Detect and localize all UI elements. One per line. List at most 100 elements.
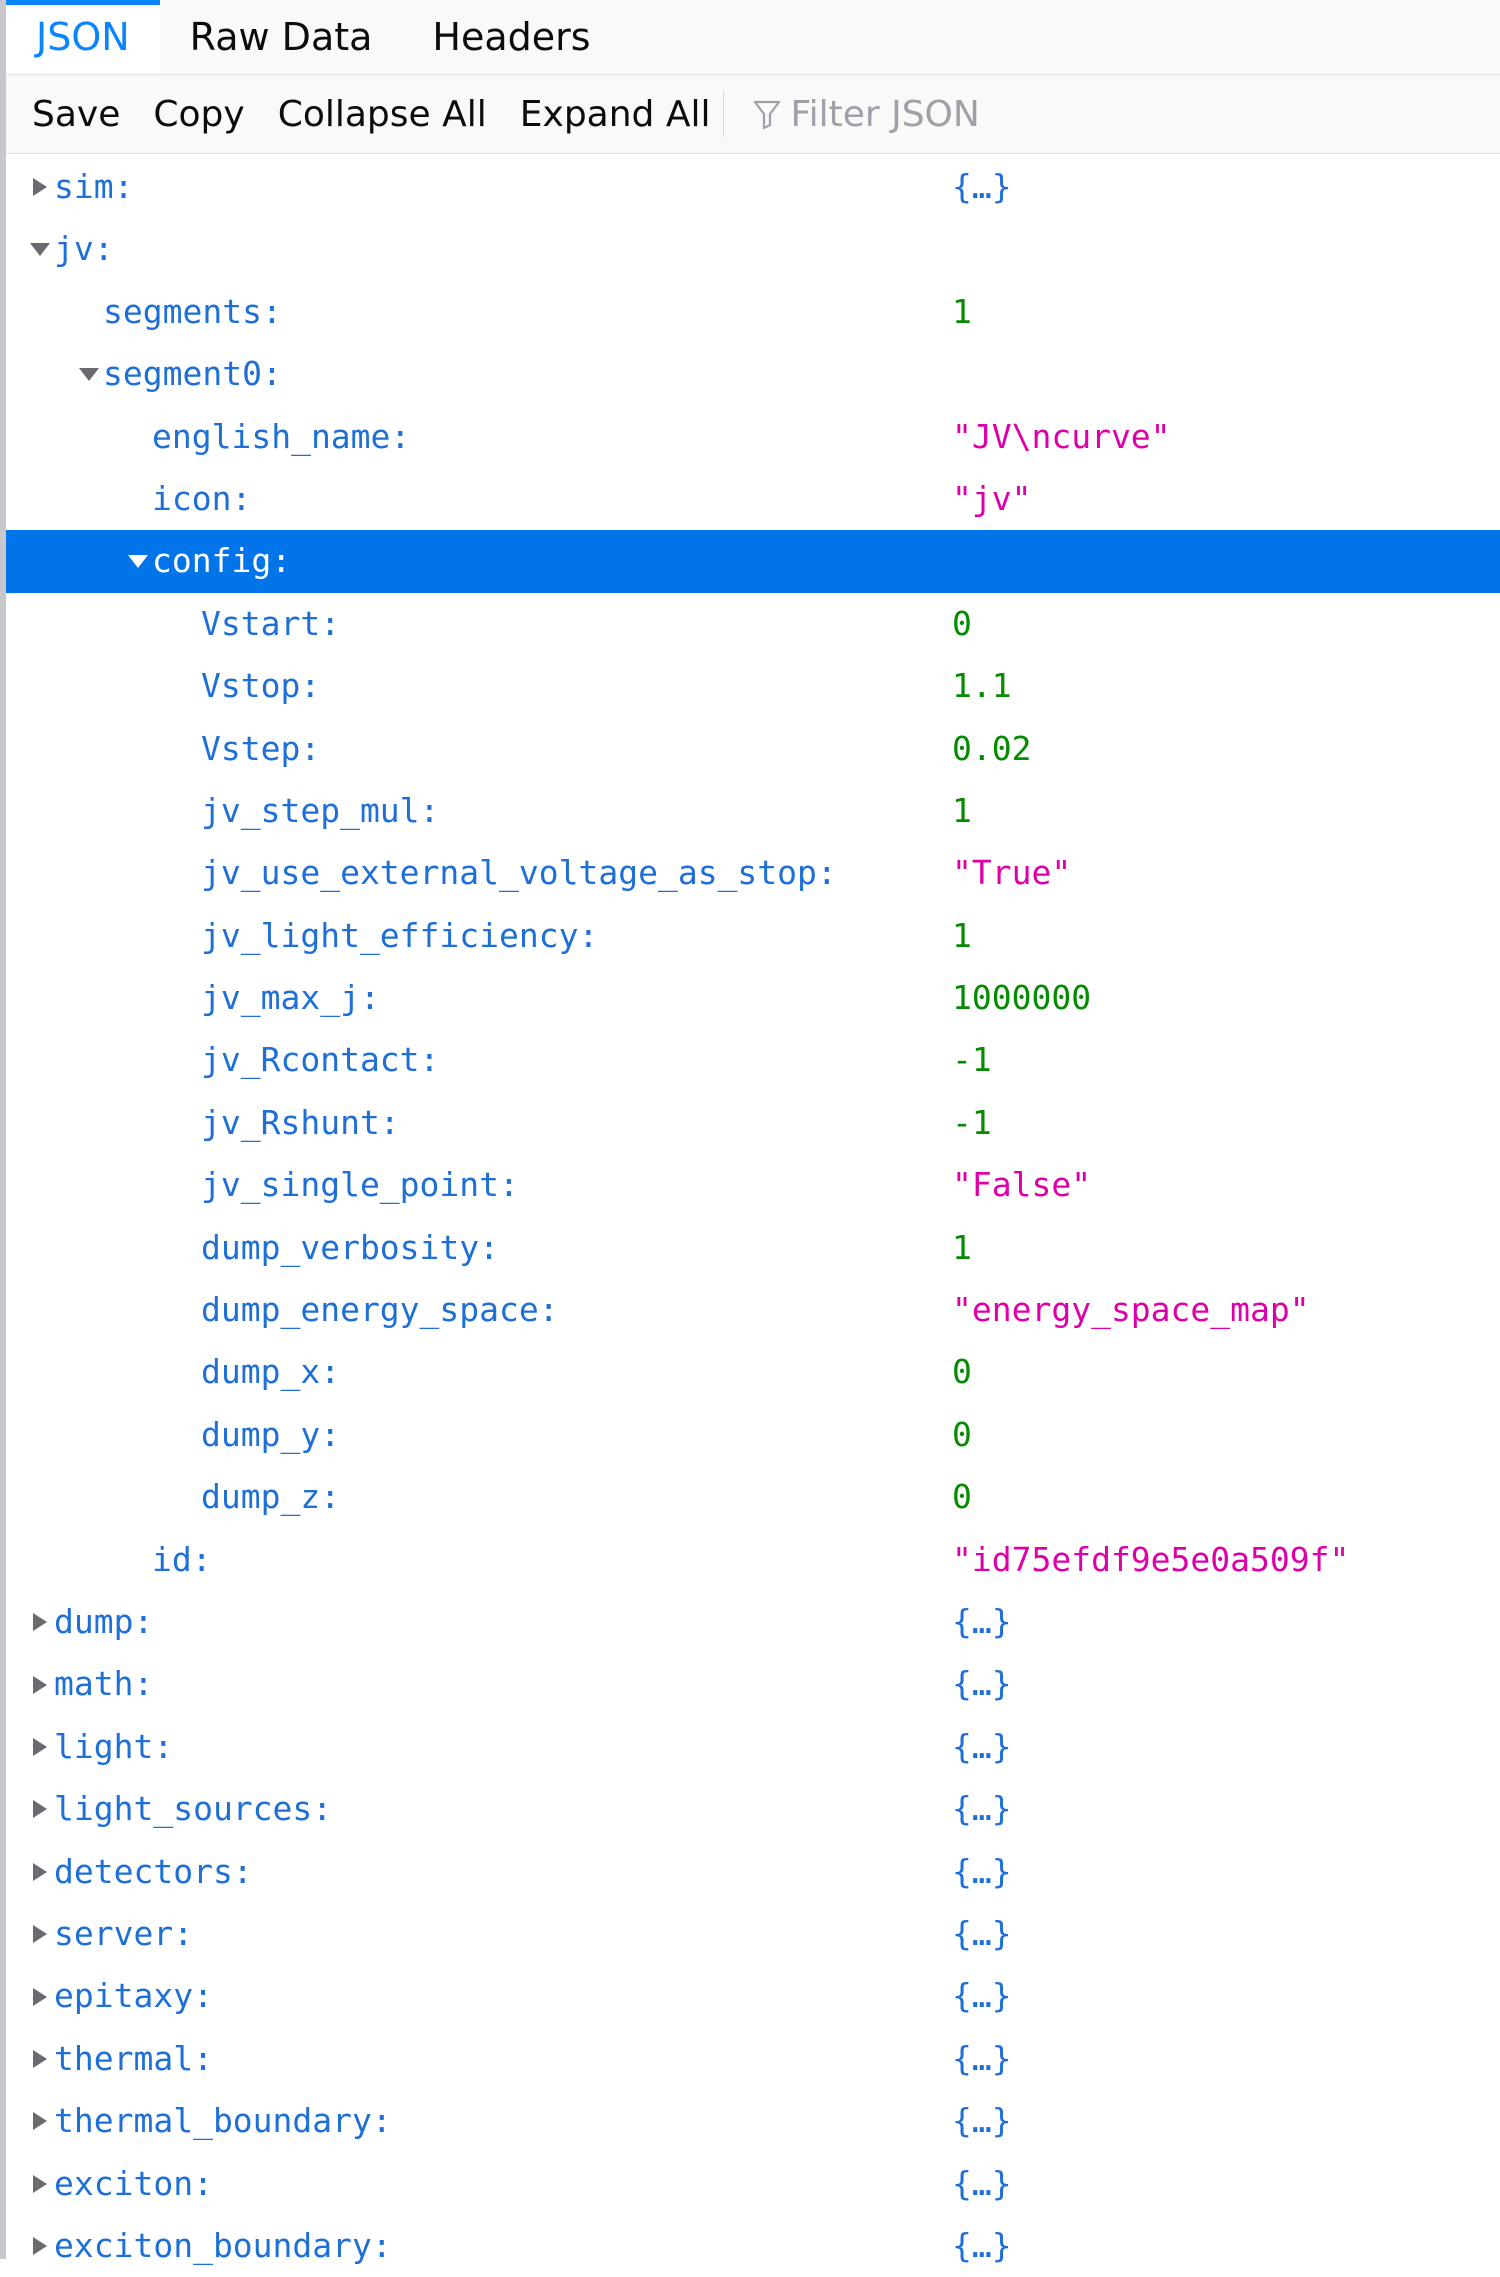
tree-key: server:	[54, 1913, 194, 1953]
tree-key: Vstop:	[201, 666, 321, 706]
copy-button[interactable]: Copy	[153, 94, 244, 135]
collapsed-object-value: {…}	[952, 1601, 1012, 1641]
tab-headers[interactable]: Headers	[402, 0, 620, 74]
tree-key: segment0:	[103, 354, 282, 394]
tree-key: Vstart:	[201, 603, 341, 643]
tree-row[interactable]: jv_use_external_voltage_as_stop: "True"	[6, 842, 1500, 904]
tree-row[interactable]: jv:	[6, 218, 1500, 280]
collapsed-object-value: {…}	[952, 1851, 1012, 1891]
tree-row[interactable]: Vstep: 0.02	[6, 718, 1500, 780]
tree-key: english_name:	[152, 416, 411, 456]
collapse-arrow-icon[interactable]	[126, 530, 150, 592]
tree-row[interactable]: thermal: {…}	[6, 2028, 1500, 2090]
json-tree: sim: {…} jv: segments: 1 segment0: english_nam…	[6, 156, 1500, 2277]
tree-row[interactable]: dump_energy_space: "energy_space_map"	[6, 1279, 1500, 1341]
tree-row[interactable]: dump_verbosity: 1	[6, 1217, 1500, 1279]
tree-row[interactable]: math: {…}	[6, 1653, 1500, 1715]
tree-value: "True"	[952, 853, 1072, 893]
tree-value: "JV\ncurve"	[952, 416, 1171, 456]
tree-value: 1.1	[952, 666, 1012, 706]
tree-row[interactable]: segments: 1	[6, 281, 1500, 343]
tree-row[interactable]: dump: {…}	[6, 1591, 1500, 1653]
tree-row[interactable]: jv_Rcontact: -1	[6, 1029, 1500, 1091]
tree-row[interactable]: jv_Rshunt: -1	[6, 1092, 1500, 1154]
tree-key: dump_y:	[201, 1414, 341, 1454]
tree-value: 0	[952, 1477, 972, 1517]
tree-row[interactable]: exciton: {…}	[6, 2153, 1500, 2215]
tree-value: 0	[952, 1352, 972, 1392]
tree-key: math:	[54, 1664, 154, 1704]
funnel-icon	[754, 100, 781, 130]
tree-row[interactable]: Vstart: 0	[6, 593, 1500, 655]
expand-arrow-icon[interactable]	[28, 2215, 52, 2277]
tree-row[interactable]: id: "id75efdf9e5e0a509f"	[6, 1529, 1500, 1591]
expand-all-button[interactable]: Expand All	[520, 94, 711, 135]
tree-row[interactable]: icon: "jv"	[6, 468, 1500, 530]
tree-row[interactable]: jv_max_j: 1000000	[6, 967, 1500, 1029]
expand-arrow-icon[interactable]	[28, 1965, 52, 2027]
tree-row[interactable]: detectors: {…}	[6, 1841, 1500, 1903]
expand-arrow-icon[interactable]	[28, 1841, 52, 1903]
tree-value: 1000000	[952, 978, 1092, 1018]
tree-row[interactable]: dump_y: 0	[6, 1404, 1500, 1466]
tree-key: jv_single_point:	[201, 1165, 519, 1205]
collapsed-object-value: {…}	[952, 2225, 1012, 2265]
collapse-arrow-icon[interactable]	[77, 343, 101, 405]
tree-row[interactable]: light_sources: {…}	[6, 1778, 1500, 1840]
tree-row[interactable]: config:	[6, 530, 1500, 593]
tree-row[interactable]: thermal_boundary: {…}	[6, 2090, 1500, 2152]
tree-key: dump_z:	[201, 1477, 341, 1517]
tree-key: detectors:	[54, 1851, 253, 1891]
collapse-arrow-icon[interactable]	[28, 218, 52, 280]
tree-row[interactable]: segment0:	[6, 343, 1500, 405]
tree-key: light_sources:	[54, 1789, 333, 1829]
expand-arrow-icon[interactable]	[28, 1778, 52, 1840]
collapsed-object-value: {…}	[952, 1664, 1012, 1704]
tree-row[interactable]: light: {…}	[6, 1716, 1500, 1778]
filter-placeholder: Filter JSON	[790, 93, 980, 135]
collapse-all-button[interactable]: Collapse All	[278, 94, 487, 135]
tree-value: -1	[952, 1102, 992, 1142]
tab-bar: JSON Raw Data Headers	[6, 0, 1500, 75]
collapsed-object-value: {…}	[952, 2038, 1012, 2078]
tree-key: exciton:	[54, 2163, 213, 2203]
tree-value: 0	[952, 1414, 972, 1454]
tree-row[interactable]: jv_single_point: "False"	[6, 1154, 1500, 1216]
tree-key: id:	[152, 1539, 212, 1579]
tree-value: 0.02	[952, 728, 1032, 768]
tree-key: dump:	[54, 1601, 154, 1641]
filter-json-input[interactable]: Filter JSON	[752, 93, 980, 135]
tree-row[interactable]: dump_x: 0	[6, 1341, 1500, 1403]
tree-row[interactable]: sim: {…}	[6, 156, 1500, 218]
expand-arrow-icon[interactable]	[28, 2153, 52, 2215]
tab-raw-data[interactable]: Raw Data	[160, 0, 403, 74]
expand-arrow-icon[interactable]	[28, 156, 52, 218]
tree-row[interactable]: jv_light_efficiency: 1	[6, 905, 1500, 967]
tree-key: epitaxy:	[54, 1976, 213, 2016]
tree-key: thermal:	[54, 2038, 213, 2078]
tree-key: light:	[54, 1726, 174, 1766]
expand-arrow-icon[interactable]	[28, 2090, 52, 2152]
tree-row[interactable]: epitaxy: {…}	[6, 1965, 1500, 2027]
collapsed-object-value: {…}	[952, 2163, 1012, 2203]
tab-json[interactable]: JSON	[6, 0, 160, 74]
expand-arrow-icon[interactable]	[28, 1653, 52, 1715]
tree-value: 1	[952, 915, 972, 955]
tree-row[interactable]: english_name: "JV\ncurve"	[6, 406, 1500, 468]
expand-arrow-icon[interactable]	[28, 1716, 52, 1778]
expand-arrow-icon[interactable]	[28, 1903, 52, 1965]
tree-row[interactable]: exciton_boundary: {…}	[6, 2215, 1500, 2277]
toolbar: Save Copy Collapse All Expand All Filter…	[6, 75, 1500, 154]
expand-arrow-icon[interactable]	[28, 2028, 52, 2090]
tree-row[interactable]: Vstop: 1.1	[6, 655, 1500, 717]
tree-row[interactable]: server: {…}	[6, 1903, 1500, 1965]
tree-value: "id75efdf9e5e0a509f"	[952, 1539, 1350, 1579]
tree-row[interactable]: dump_z: 0	[6, 1466, 1500, 1528]
tree-row[interactable]: jv_step_mul: 1	[6, 780, 1500, 842]
save-button[interactable]: Save	[32, 94, 120, 135]
tree-value: "jv"	[952, 478, 1032, 518]
tree-key: exciton_boundary:	[54, 2225, 392, 2265]
tree-value: "energy_space_map"	[952, 1290, 1310, 1330]
tree-value: 1	[952, 291, 972, 331]
expand-arrow-icon[interactable]	[28, 1591, 52, 1653]
